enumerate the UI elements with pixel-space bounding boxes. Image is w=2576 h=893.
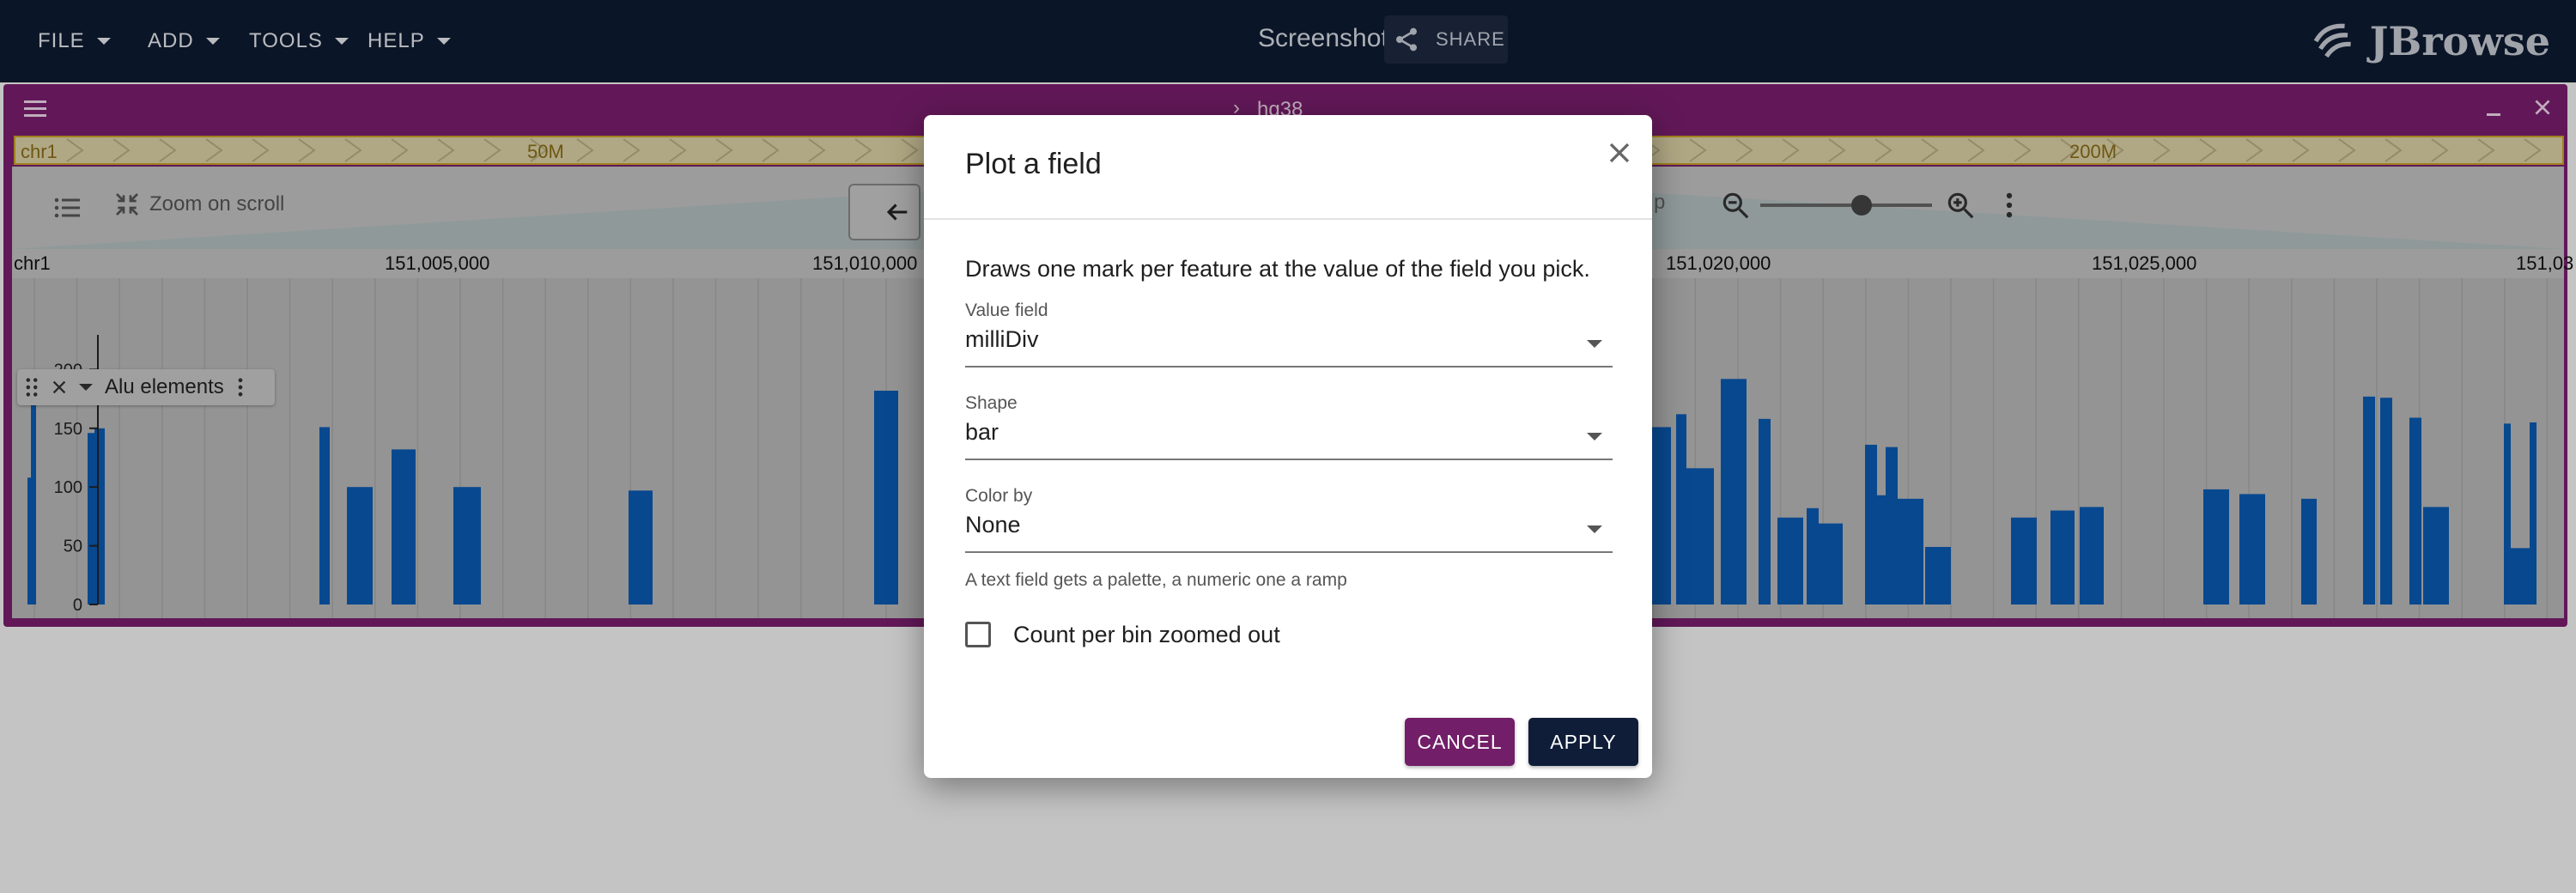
shape-label: Shape: [965, 393, 1018, 413]
count-per-bin-checkbox[interactable]: [965, 622, 991, 647]
dropdown-arrow-icon: [1587, 340, 1602, 348]
dropdown-arrow-icon: [1587, 525, 1602, 533]
color-by-value: None: [965, 512, 1021, 538]
apply-button[interactable]: APPLY: [1528, 718, 1638, 766]
dialog-title: Plot a field: [965, 148, 1102, 180]
field-underline: [965, 459, 1613, 460]
shape-value: bar: [965, 419, 999, 445]
field-underline: [965, 551, 1613, 553]
color-by-label: Color by: [965, 486, 1033, 506]
value-field-label: Value field: [965, 301, 1048, 320]
color-by-select[interactable]: Color by None: [965, 486, 1613, 556]
dialog-description: Draws one mark per feature at the value …: [965, 256, 1590, 282]
cancel-button[interactable]: CANCEL: [1405, 718, 1515, 766]
value-field-value: milliDiv: [965, 326, 1039, 352]
value-field-select[interactable]: Value field milliDiv: [965, 301, 1613, 371]
count-per-bin-label[interactable]: Count per bin zoomed out: [1013, 622, 1280, 648]
shape-select[interactable]: Shape bar: [965, 393, 1613, 464]
field-underline: [965, 366, 1613, 368]
dialog-divider: [924, 218, 1652, 220]
dropdown-arrow-icon: [1587, 433, 1602, 440]
close-icon[interactable]: [1602, 136, 1637, 170]
plot-field-dialog: Plot a field Draws one mark per feature …: [924, 115, 1652, 778]
color-by-helper-text: A text field gets a palette, a numeric o…: [965, 570, 1347, 590]
